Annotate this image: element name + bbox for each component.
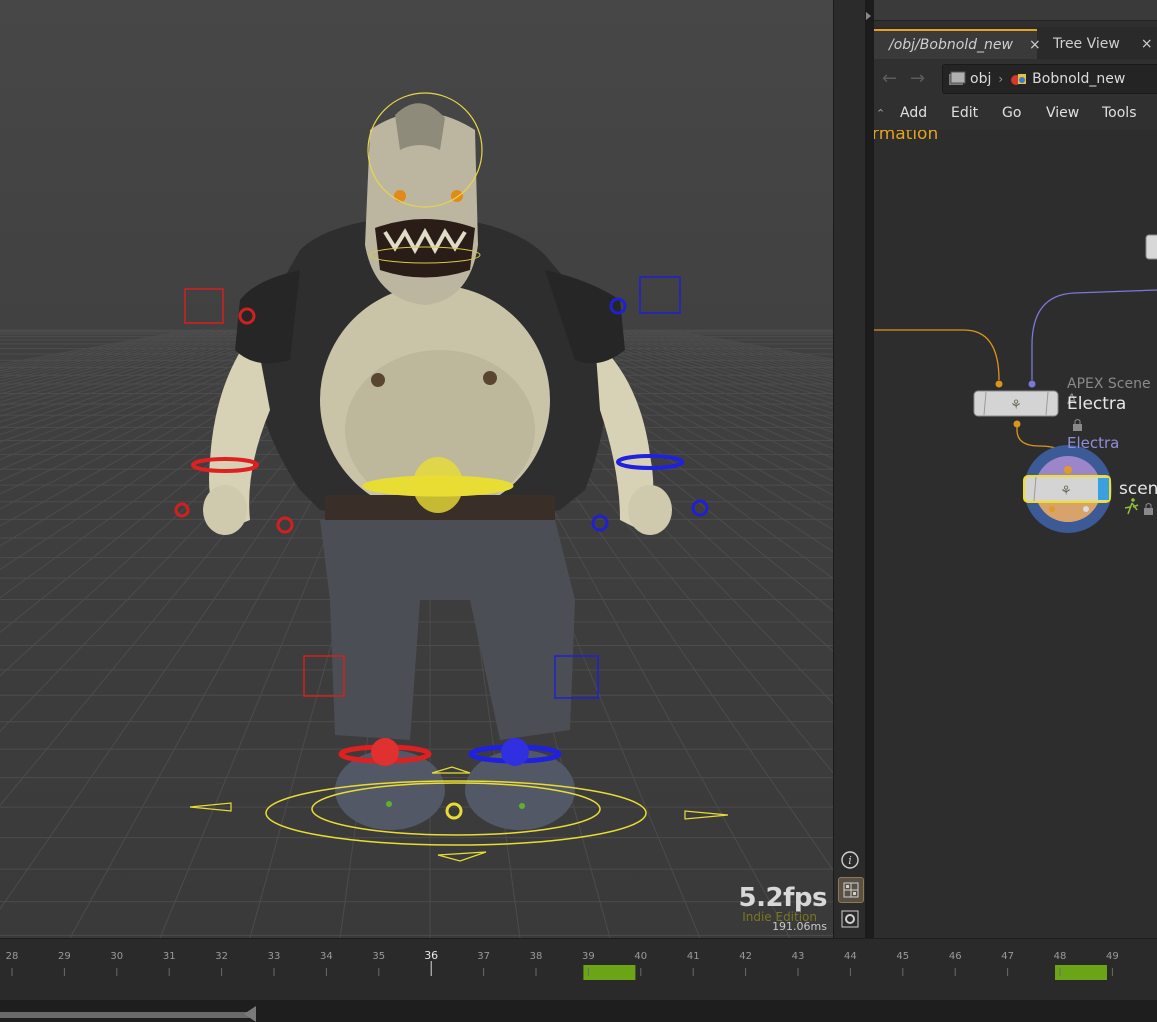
frame-label: 29: [58, 951, 71, 962]
menu-add[interactable]: Add: [900, 105, 927, 121]
network-pane: /obj/Bobnold_new × Tree View × ← → obj ›…: [874, 0, 1157, 938]
frame-label: 35: [372, 951, 385, 962]
frame-label: 39: [582, 951, 595, 962]
expand-arrow-icon[interactable]: [866, 12, 871, 20]
grid-snap-icon[interactable]: [838, 877, 864, 903]
range-slider[interactable]: [0, 1012, 250, 1018]
frame-label: 38: [530, 951, 543, 962]
timeline-ruler[interactable]: 28 29 30 31 32 33 34 35 36 37 38 39 40 41 42 43 44 45 46 47…: [0, 939, 1157, 1001]
node-electra[interactable]: ⚘: [973, 390, 1059, 417]
info-icon[interactable]: i: [838, 848, 862, 872]
lock-icon[interactable]: [1073, 419, 1082, 432]
node-scene[interactable]: ⚘: [1023, 445, 1112, 533]
pane-splitter[interactable]: [865, 0, 874, 938]
svg-text:i: i: [848, 854, 852, 867]
frame-label: 44: [844, 951, 857, 962]
obj-network-icon: [949, 71, 966, 85]
network-editor[interactable]: rmation ⚘ ⚘ APEX Scene A Electra Electra…: [874, 130, 1157, 938]
path-breadcrumb[interactable]: obj › Bobnold_new: [942, 64, 1157, 94]
viewport-scene: [0, 92, 833, 938]
network-menu-bar: ⌃ Add Edit Go View Tools: [874, 97, 1157, 129]
close-icon[interactable]: ×: [1029, 37, 1041, 53]
frame-label: 48: [1054, 951, 1067, 962]
network-wires: ⚘ ⚘: [874, 234, 1157, 533]
fps-readout: 5.2fps: [738, 883, 828, 913]
frame-label: 43: [792, 951, 805, 962]
tab-tree-view[interactable]: Tree View ×: [1044, 29, 1157, 59]
scene-viewport[interactable]: 5.2fps Indie Edition 191.06ms: [0, 0, 833, 938]
settings-gear-icon[interactable]: [838, 907, 862, 931]
frame-label: 37: [477, 951, 490, 962]
frame-label: 45: [896, 951, 909, 962]
close-icon[interactable]: ×: [1141, 36, 1153, 52]
path-separator-icon: ›: [998, 72, 1004, 86]
frame-label: 31: [163, 951, 176, 962]
pane-top-strip: [874, 0, 1157, 21]
menu-go[interactable]: Go: [1002, 105, 1021, 121]
frame-label: 33: [268, 951, 281, 962]
frame-label: 32: [215, 951, 228, 962]
node-electra-link[interactable]: Electra: [1067, 434, 1119, 452]
timeline-range-bar[interactable]: [0, 1000, 1157, 1022]
frame-label: 36: [424, 949, 438, 962]
menu-view[interactable]: View: [1046, 105, 1079, 121]
forward-arrow-icon[interactable]: →: [910, 68, 925, 89]
frame-label: 40: [634, 951, 647, 962]
back-arrow-icon[interactable]: ←: [882, 68, 897, 89]
menu-tools[interactable]: Tools: [1102, 105, 1137, 121]
tab-bar: /obj/Bobnold_new × Tree View ×: [874, 27, 1157, 59]
range-handle-icon[interactable]: [244, 1006, 256, 1022]
frame-label: 41: [687, 951, 700, 962]
path-bar: ← → obj › Bobnold_new: [874, 60, 1157, 96]
path-segment-obj[interactable]: obj: [948, 71, 991, 87]
svg-text:⚘: ⚘: [1060, 484, 1072, 499]
keyframe-marker[interactable]: [1055, 965, 1107, 980]
node-scene-title: scenc: [1119, 479, 1157, 499]
keyframe-marker[interactable]: [583, 965, 636, 980]
running-figure-icon[interactable]: [1124, 498, 1139, 515]
viewport-toolbar: i: [833, 0, 866, 938]
frame-label: 47: [1001, 951, 1014, 962]
node-electra-title: Electra: [1067, 394, 1127, 414]
frame-label: 49: [1106, 951, 1119, 962]
collapse-chevron-icon[interactable]: ⌃: [876, 107, 885, 120]
render-time: 191.06ms: [772, 920, 827, 933]
frame-label: 34: [320, 951, 333, 962]
frame-label: 28: [6, 951, 19, 962]
svg-text:⚘: ⚘: [1010, 398, 1022, 413]
tab-label: /obj/Bobnold_new: [889, 37, 1013, 53]
timeline[interactable]: 28 29 30 31 32 33 34 35 36 37 38 39 40 41 42 43 44 45 46 47…: [0, 938, 1157, 1001]
frame-label: 30: [110, 951, 123, 962]
geometry-object-icon: [1011, 74, 1027, 85]
tab-obj-bobnold-new[interactable]: /obj/Bobnold_new ×: [874, 29, 1041, 59]
tab-label: Tree View: [1053, 36, 1120, 52]
menu-edit[interactable]: Edit: [951, 105, 978, 121]
frame-label: 42: [739, 951, 752, 962]
path-segment-bobnold[interactable]: Bobnold_new: [1010, 71, 1125, 87]
frame-label: 46: [949, 951, 962, 962]
lock-icon[interactable]: [1144, 503, 1153, 516]
